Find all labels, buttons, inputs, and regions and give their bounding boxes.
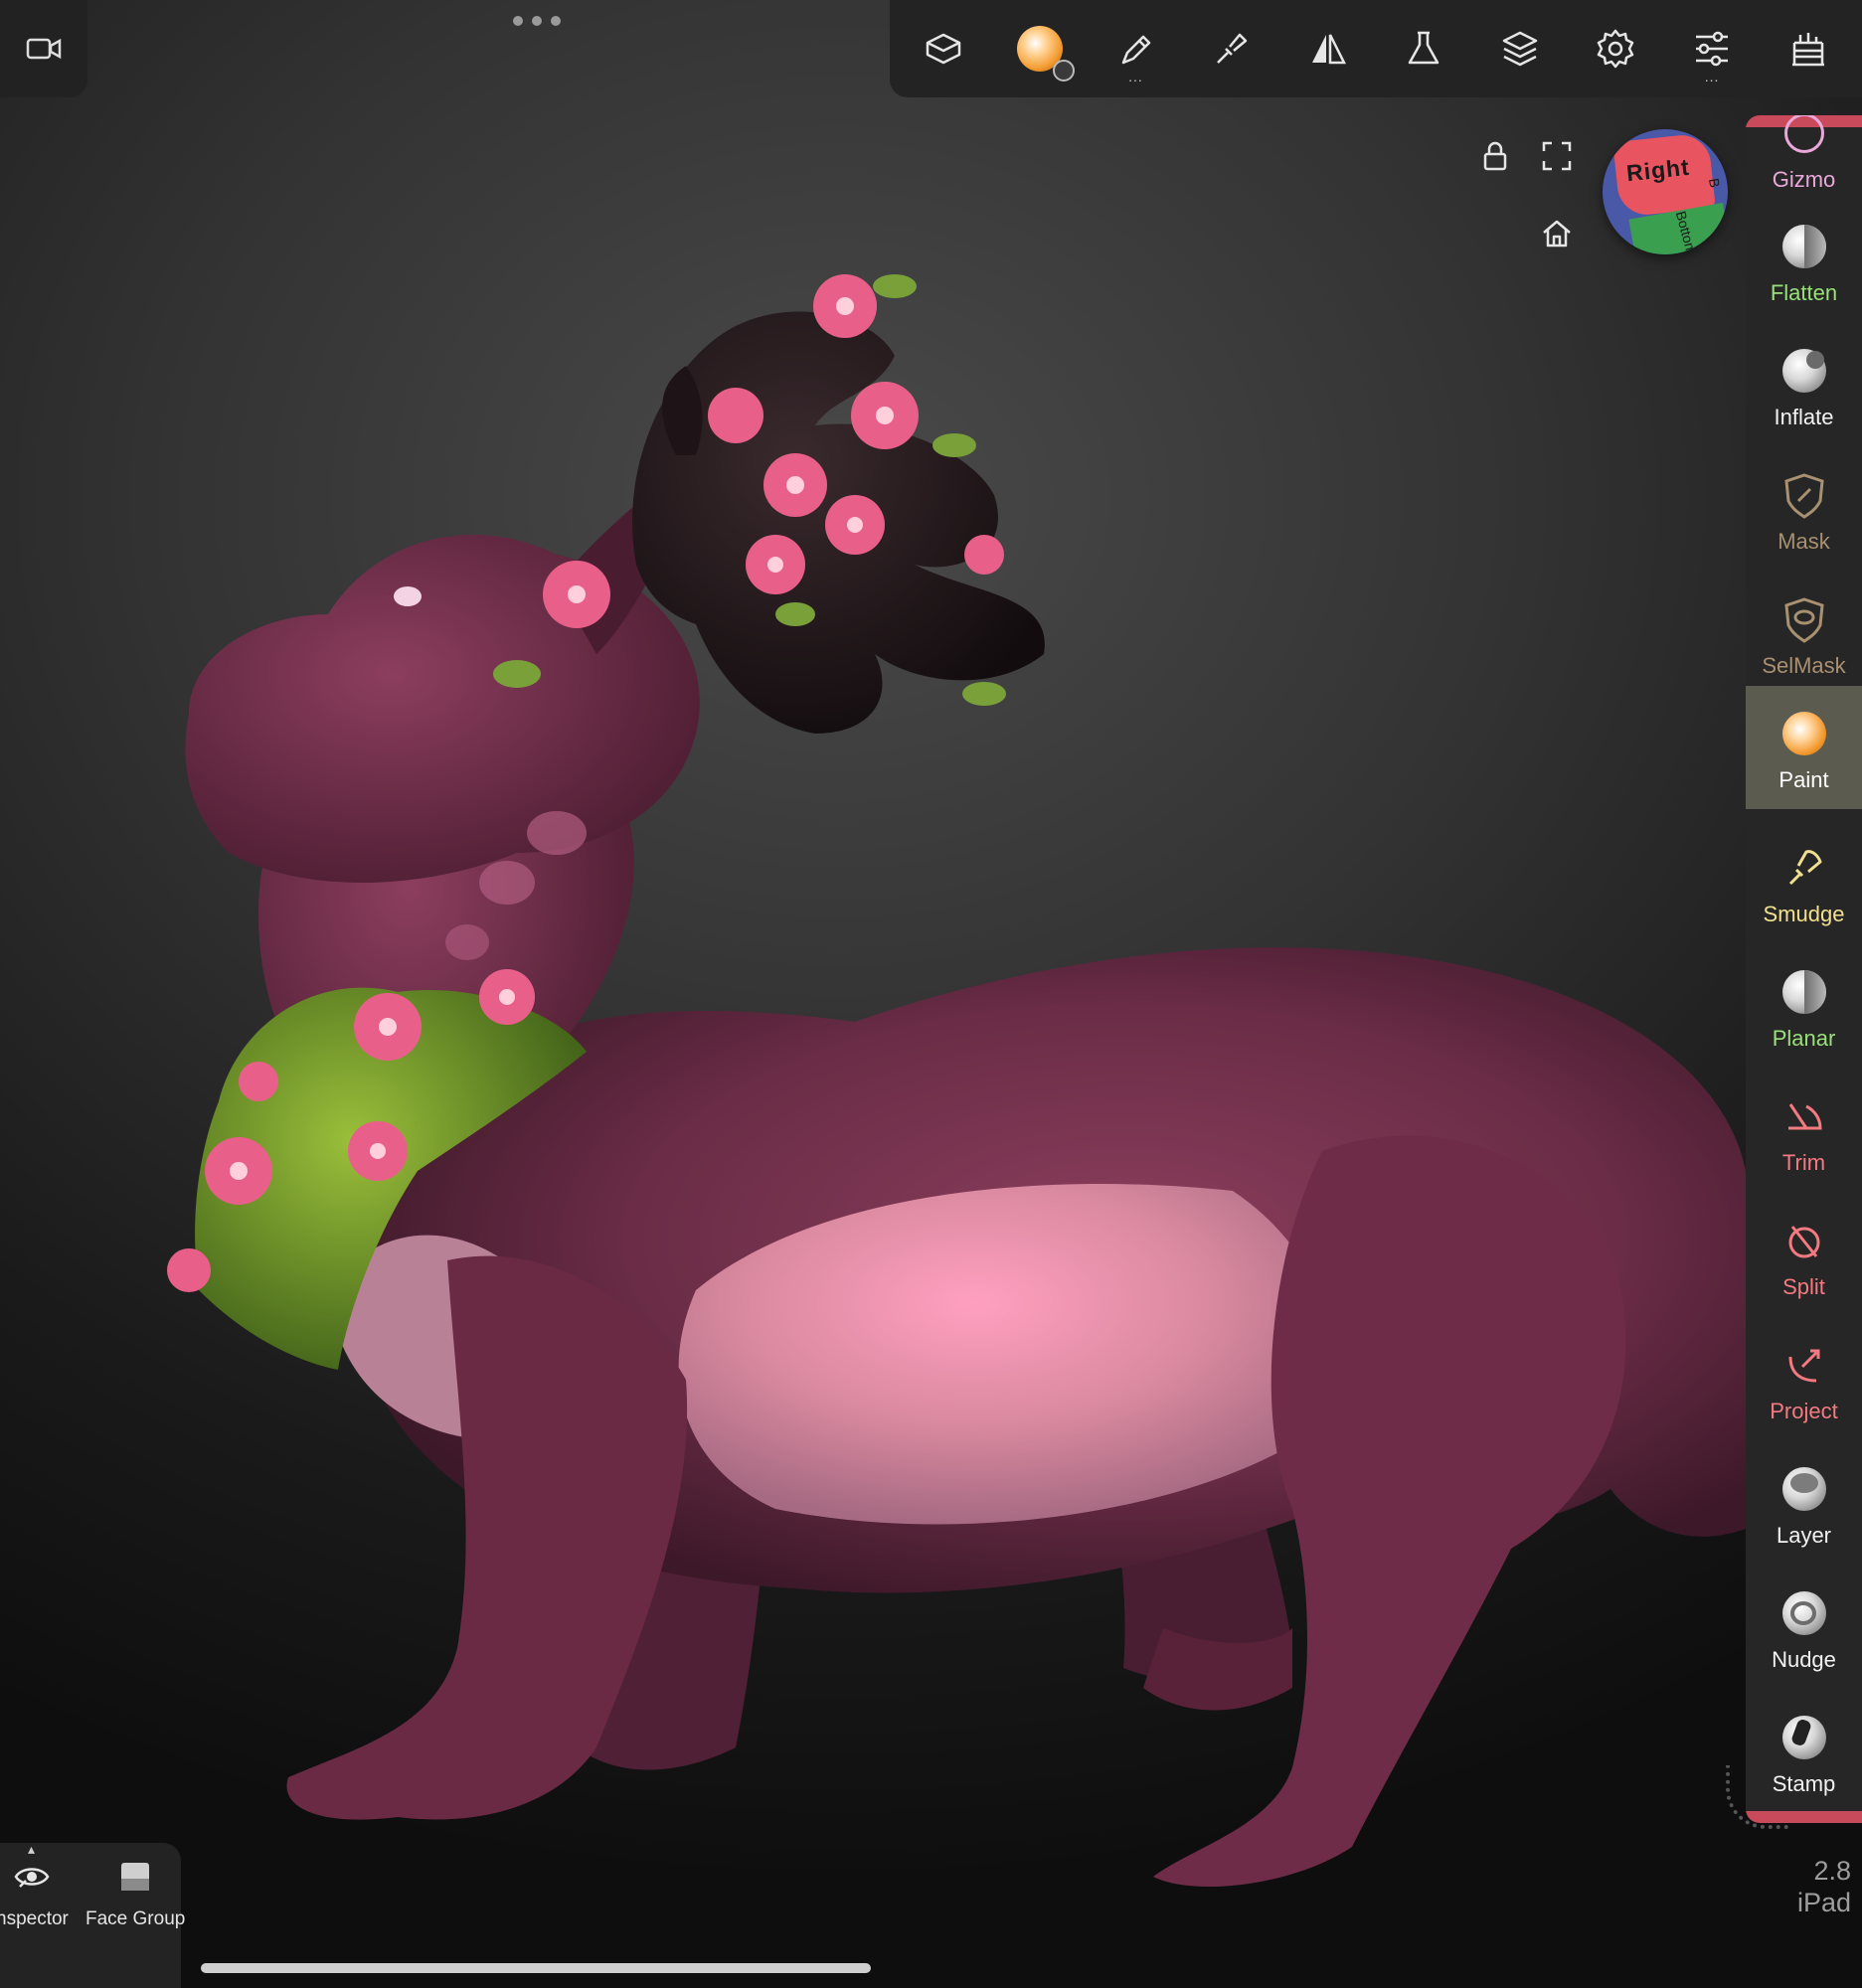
- tool-gizmo[interactable]: Gizmo: [1746, 115, 1862, 209]
- tools-icon: [1409, 31, 1439, 65]
- layers-icon: [1502, 31, 1538, 67]
- tool-trim[interactable]: Trim: [1746, 1069, 1862, 1192]
- nudge-icon: [1780, 1589, 1828, 1637]
- smudge-icon: [1780, 844, 1828, 892]
- tool-label: Split: [1782, 1274, 1825, 1299]
- layer-icon: [1780, 1465, 1828, 1513]
- fullscreen-icon: [1542, 141, 1572, 171]
- stroke-icon: [1122, 35, 1151, 65]
- face-group-button[interactable]: Face Group: [85, 1857, 185, 1930]
- scene-icon: [927, 33, 961, 65]
- sliders-button[interactable]: ...: [1676, 9, 1748, 88]
- eye-inspector-icon: [14, 1868, 50, 1888]
- tool-flatten[interactable]: Flatten: [1746, 199, 1862, 322]
- face-group-label: Face Group: [85, 1908, 186, 1929]
- material-icon: [1016, 26, 1075, 82]
- bottom-left-panel: nspector Face Group: [0, 1843, 185, 1988]
- tool-smudge[interactable]: Smudge: [1746, 820, 1862, 943]
- window-menu-dots[interactable]: [513, 16, 561, 28]
- tool-mask[interactable]: Mask: [1746, 447, 1862, 571]
- material-button[interactable]: [1004, 9, 1076, 88]
- version-device: iPad: [1796, 1888, 1851, 1917]
- version-label: 2.8 iPad: [1779, 1855, 1851, 1918]
- selmask-icon: [1780, 595, 1828, 643]
- tool-label: Flatten: [1770, 280, 1838, 305]
- sculpt-model[interactable]: [0, 97, 1746, 1966]
- panel-expand-caret[interactable]: ▴: [28, 1841, 35, 1858]
- settings-button[interactable]: [1580, 9, 1651, 88]
- tool-label: SelMask: [1762, 653, 1846, 678]
- lock-view-button[interactable]: [1473, 134, 1517, 178]
- tool-project[interactable]: Project: [1746, 1317, 1862, 1440]
- inspector-button[interactable]: nspector: [0, 1857, 69, 1930]
- sliders-icon: [1696, 31, 1729, 67]
- navigation-cube[interactable]: Right B Bottom: [1603, 129, 1728, 254]
- home-indicator-bar[interactable]: [201, 1963, 871, 1973]
- tool-split[interactable]: Split: [1746, 1193, 1862, 1316]
- layers-button[interactable]: [1484, 9, 1556, 88]
- inflate-icon: [1780, 347, 1828, 395]
- tool-inflate[interactable]: Inflate: [1746, 323, 1862, 446]
- paint-icon: [1217, 33, 1248, 64]
- tool-label: Planar: [1772, 1026, 1836, 1051]
- tool-label: Smudge: [1763, 902, 1845, 926]
- tools-button[interactable]: [1388, 9, 1459, 88]
- face-group-icon: [121, 1863, 150, 1891]
- tool-selmask[interactable]: SelMask: [1746, 572, 1862, 695]
- tool-label: Nudge: [1772, 1647, 1836, 1672]
- home-icon: [1543, 220, 1571, 248]
- stamp-icon: [1780, 1714, 1828, 1761]
- symmetry-icon: [1311, 34, 1346, 65]
- lock-icon: [1483, 141, 1507, 171]
- tool-label: Trim: [1781, 1150, 1826, 1175]
- stroke-button[interactable]: ...: [1100, 9, 1171, 88]
- cube-side-label: B: [1705, 177, 1724, 189]
- trim-icon: [1780, 1092, 1828, 1140]
- top-toolbar: ... ...: [890, 0, 1862, 97]
- symmetry-button[interactable]: [1292, 9, 1364, 88]
- project-icon: [1780, 1341, 1828, 1389]
- gizmo-icon: [1780, 115, 1828, 157]
- tool-label: Paint: [1778, 767, 1829, 792]
- tool-layer[interactable]: Layer: [1746, 1441, 1862, 1565]
- tool-nudge[interactable]: Nudge: [1746, 1566, 1862, 1689]
- video-camera-icon: [26, 38, 62, 60]
- history-button[interactable]: [1773, 9, 1844, 88]
- tool-label: Layer: [1776, 1523, 1832, 1548]
- scene-button[interactable]: [908, 9, 979, 88]
- fullscreen-button[interactable]: [1535, 134, 1579, 178]
- camera-button[interactable]: [0, 0, 87, 97]
- paint-tool-button[interactable]: [1196, 9, 1268, 88]
- planar-icon: [1780, 968, 1828, 1016]
- history-icon: [1791, 33, 1824, 67]
- mask-icon: [1780, 471, 1828, 519]
- tool-label: Mask: [1777, 529, 1830, 554]
- tool-panel: Gizmo Flatten Inflate Mask SelMask Paint…: [1746, 115, 1862, 1823]
- flatten-icon: [1780, 223, 1828, 270]
- inspector-label: nspector: [0, 1908, 69, 1929]
- split-icon: [1780, 1217, 1828, 1264]
- tool-label: Inflate: [1774, 405, 1834, 429]
- tool-paint[interactable]: Paint: [1746, 686, 1862, 809]
- paint-ball-icon: [1780, 710, 1828, 757]
- version-number: 2.8: [1813, 1856, 1851, 1886]
- tool-label: Project: [1770, 1399, 1838, 1423]
- sliders-more: ...: [1704, 69, 1720, 84]
- gear-icon: [1598, 29, 1634, 69]
- home-view-button[interactable]: [1535, 212, 1579, 255]
- tool-planar[interactable]: Planar: [1746, 944, 1862, 1068]
- stroke-more: ...: [1128, 69, 1143, 84]
- gear-small-icon: [1052, 60, 1075, 82]
- tool-label: Gizmo: [1772, 167, 1836, 192]
